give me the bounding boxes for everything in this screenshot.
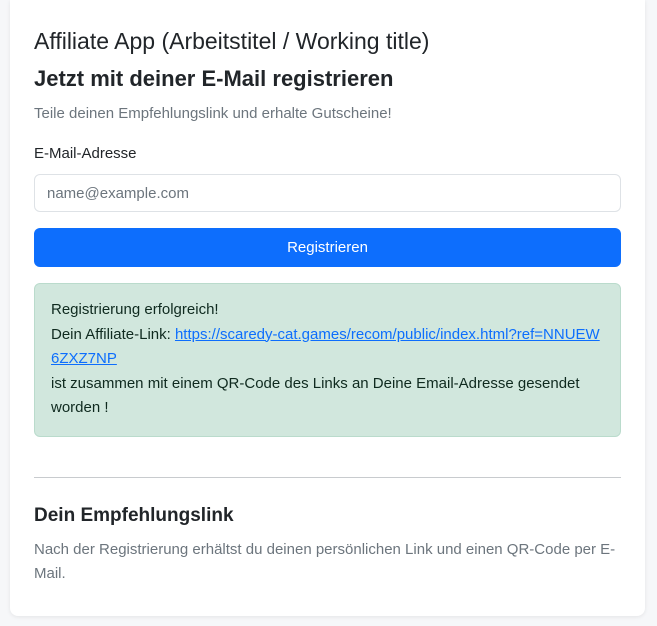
registration-card: Affiliate App (Arbeitstitel / Working ti… [10, 0, 645, 616]
lead-text: Teile deinen Empfehlungslink und erhalte… [34, 105, 392, 122]
affiliate-link-prefix: Dein Affiliate-Link: [51, 325, 175, 343]
app-title: Affiliate App (Arbeitstitel / Working ti… [34, 28, 430, 54]
register-button[interactable]: Registrieren [34, 228, 621, 267]
section-title: Dein Empfehlungslink [34, 504, 234, 526]
email-label: E-Mail-Adresse [34, 145, 137, 162]
section-text: Nach der Registrierung erhältst du deine… [34, 540, 616, 582]
affiliate-link-line: Dein Affiliate-Link: https://scaredy-cat… [51, 323, 604, 372]
email-sent-message: ist zusammen mit einem QR-Code des Links… [51, 374, 580, 417]
success-alert: Registrierung erfolgreich! Dein Affiliat… [34, 283, 621, 437]
divider [34, 476, 621, 478]
success-message: Registrierung erfolgreich! [51, 301, 219, 318]
page-subtitle: Jetzt mit deiner E-Mail registrieren [34, 66, 394, 91]
email-field[interactable] [34, 174, 621, 212]
